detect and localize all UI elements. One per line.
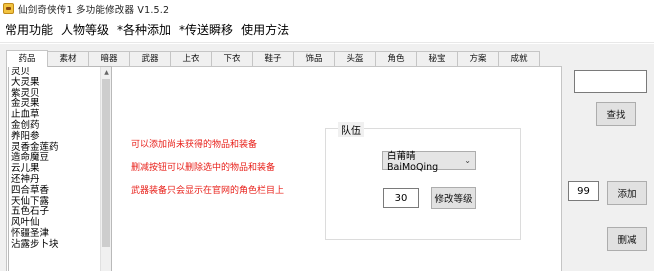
hint-equipment-display: 武器装备只会显示在官网的角色栏目上	[131, 186, 285, 196]
team-group-label: 队伍	[338, 122, 364, 137]
menu-usage[interactable]: 使用方法	[238, 17, 292, 43]
title-bar: 仙剑奇侠传1 多功能修改器 V1.5.2	[0, 0, 654, 17]
menu-bar: 常用功能 人物等级 *各种添加 *传送瞬移 使用方法	[0, 17, 654, 43]
list-item[interactable]: 大灵果	[9, 77, 111, 89]
app-icon	[3, 3, 14, 14]
tab-helmets[interactable]: 头盔	[334, 51, 376, 66]
scroll-thumb[interactable]	[102, 79, 110, 247]
tab-tops[interactable]: 上衣	[170, 51, 212, 66]
team-member-select[interactable]: 白莆晴BaiMoQing ⌄	[382, 151, 476, 173]
delete-button[interactable]: 删减	[607, 227, 647, 251]
hint-add-items: 可以添加尚未获得的物品和装备	[131, 140, 258, 150]
hint-delete-items: 删减按钮可以删除选中的物品和装备	[131, 163, 276, 173]
menu-character-level[interactable]: 人物等级	[58, 17, 112, 43]
list-item[interactable]: 养阳参	[9, 131, 111, 143]
tab-achievements[interactable]: 成就	[498, 51, 540, 66]
team-groupbox	[325, 128, 521, 240]
item-listbox[interactable]: 灵贝 大灵果 紫灵贝 金灵果 止血草 金创药 养阳参 灵香金莲药 造命魔豆 云儿…	[8, 66, 112, 271]
list-item[interactable]: 沾露步卜块	[9, 239, 111, 251]
tab-weapons[interactable]: 武器	[129, 51, 171, 66]
team-member-value: 白莆晴BaiMoQing	[387, 151, 439, 173]
list-scrollbar[interactable]: ▲	[100, 67, 111, 271]
window-title: 仙剑奇侠传1 多功能修改器 V1.5.2	[18, 4, 170, 16]
tab-hidden-weapons[interactable]: 暗器	[88, 51, 130, 66]
level-input[interactable]: 30	[383, 188, 419, 208]
scroll-up-icon[interactable]: ▲	[101, 67, 111, 78]
search-input[interactable]	[574, 70, 647, 93]
item-category-tabs: 药品 素材 暗器 武器 上衣 下衣 鞋子 饰品 头盔 角色 秘宝 方案 成就	[6, 50, 540, 67]
menu-teleport[interactable]: *传送瞬移	[176, 17, 236, 43]
tab-treasures[interactable]: 秘宝	[416, 51, 458, 66]
menu-common-functions[interactable]: 常用功能	[2, 17, 56, 43]
chevron-down-icon: ⌄	[464, 156, 471, 165]
search-button[interactable]: 查找	[596, 102, 636, 126]
add-button[interactable]: 添加	[607, 181, 647, 205]
modify-level-button[interactable]: 修改等级	[431, 187, 476, 209]
tab-medicine[interactable]: 药品	[6, 50, 48, 67]
tab-accessories[interactable]: 饰品	[293, 51, 335, 66]
tab-shoes[interactable]: 鞋子	[252, 51, 294, 66]
tab-plans[interactable]: 方案	[457, 51, 499, 66]
list-item[interactable]: 四合草香	[9, 185, 111, 197]
tab-bottoms[interactable]: 下衣	[211, 51, 253, 66]
menu-add-items[interactable]: *各种添加	[114, 17, 174, 43]
tab-characters[interactable]: 角色	[375, 51, 417, 66]
quantity-input[interactable]: 99	[568, 181, 599, 201]
tab-materials[interactable]: 素材	[47, 51, 89, 66]
